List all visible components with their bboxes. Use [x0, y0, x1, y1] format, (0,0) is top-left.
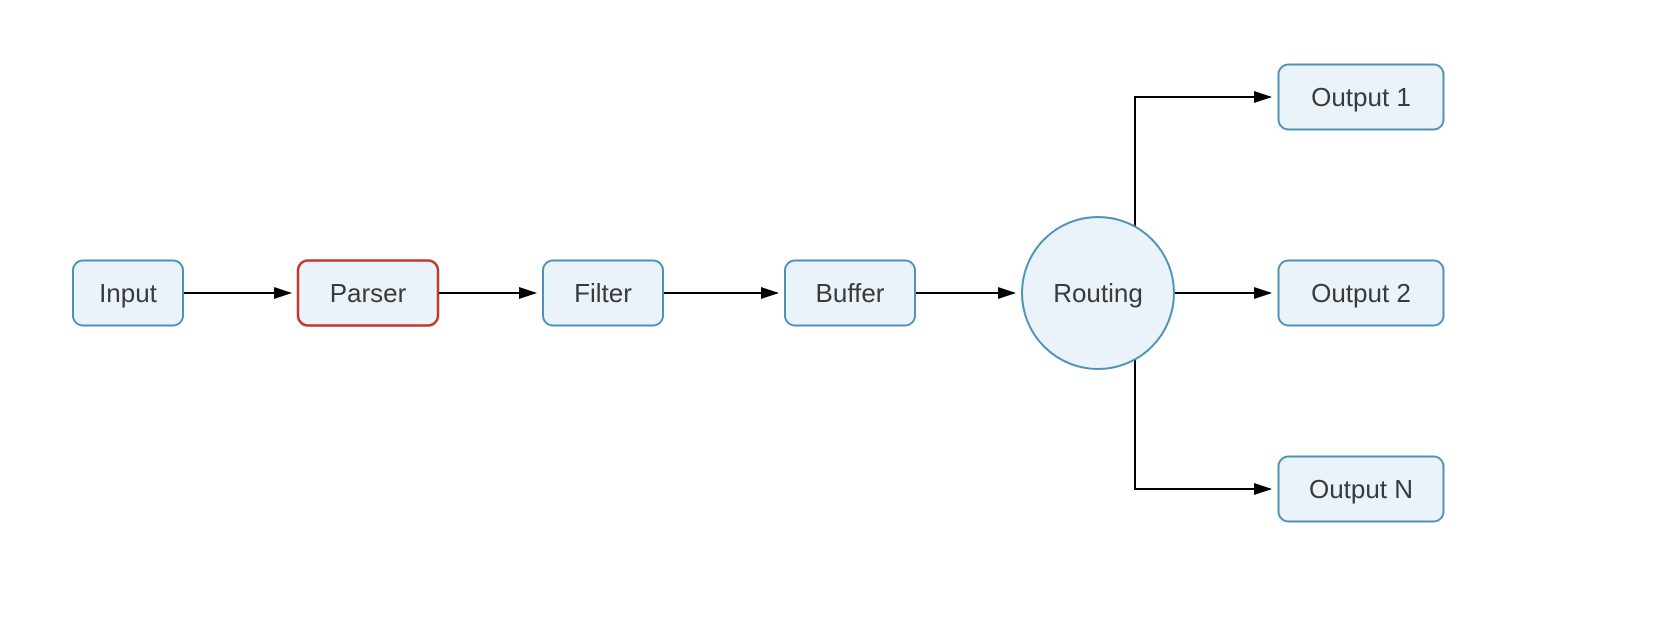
node-routing: Routing	[1022, 217, 1174, 369]
node-routing-label: Routing	[1053, 278, 1143, 308]
node-output1: Output 1	[1279, 65, 1444, 130]
node-filter: Filter	[543, 261, 663, 326]
node-input: Input	[73, 261, 183, 326]
node-input-label: Input	[99, 278, 158, 308]
node-filter-label: Filter	[574, 278, 632, 308]
node-buffer-label: Buffer	[816, 278, 885, 308]
node-output2: Output 2	[1279, 261, 1444, 326]
edge-routing-output1	[1135, 97, 1270, 227]
node-outputn-label: Output N	[1309, 474, 1413, 504]
node-buffer: Buffer	[785, 261, 915, 326]
pipeline-diagram: Input Parser Filter Buffer Routing Outpu…	[0, 0, 1672, 636]
node-parser: Parser	[298, 261, 438, 326]
node-parser-label: Parser	[330, 278, 407, 308]
edge-routing-outputn	[1135, 359, 1270, 489]
node-output2-label: Output 2	[1311, 278, 1411, 308]
node-outputn: Output N	[1279, 457, 1444, 522]
node-output1-label: Output 1	[1311, 82, 1411, 112]
